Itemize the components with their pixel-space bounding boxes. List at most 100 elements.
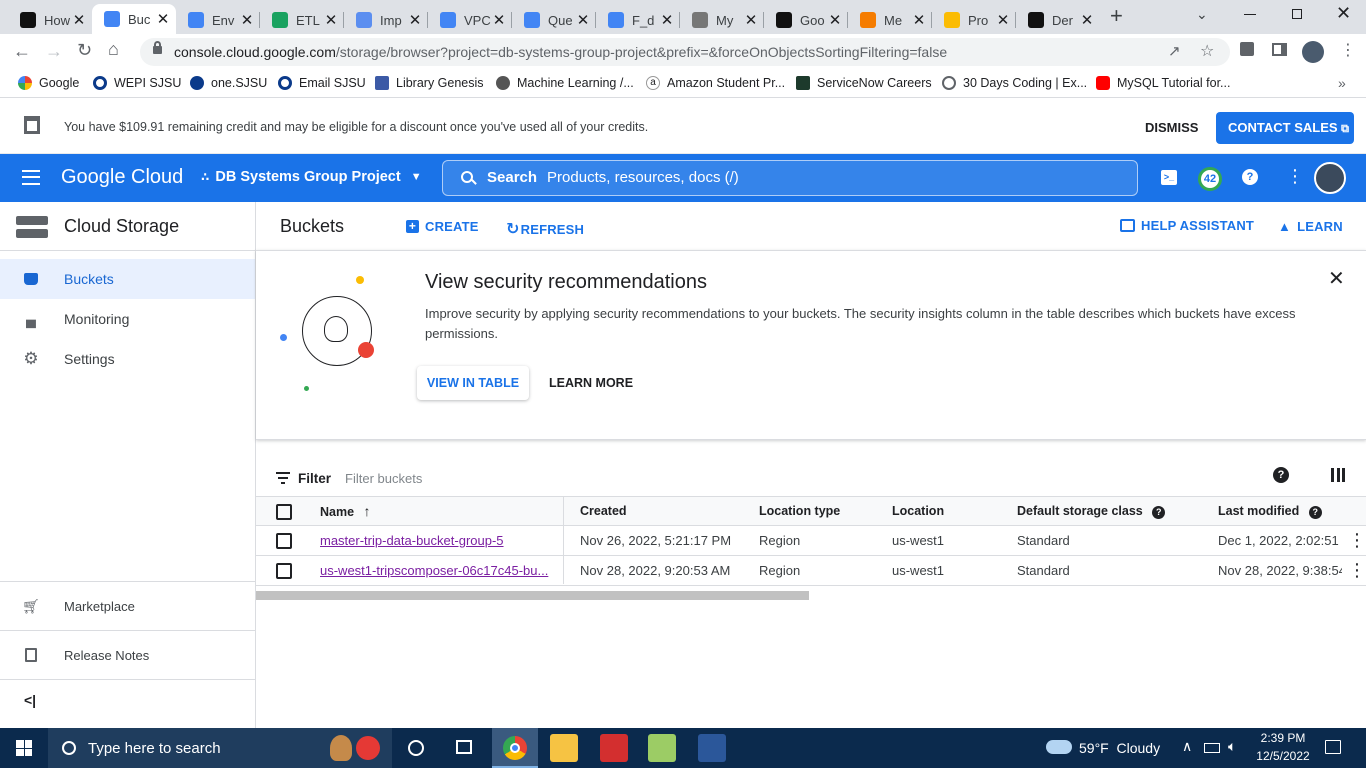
brand-logo[interactable]: Google Cloud bbox=[61, 166, 183, 189]
browser-tab[interactable]: Pro ✕ bbox=[932, 6, 1016, 34]
battery-icon[interactable] bbox=[1204, 743, 1220, 753]
column-header-storage-class[interactable]: Default storage class ? bbox=[1017, 496, 1166, 526]
tray-chevron-icon[interactable]: ∧ bbox=[1182, 738, 1192, 755]
bookmark-email[interactable]: Email SJSU bbox=[278, 76, 366, 90]
browser-tab[interactable]: Imp ✕ bbox=[344, 6, 428, 34]
tab-close-icon[interactable]: ✕ bbox=[492, 11, 506, 29]
sidebar-item-marketplace[interactable]: 🛒︎ Marketplace bbox=[0, 586, 255, 626]
taskbar-search-box[interactable]: Type here to search bbox=[48, 728, 392, 768]
clock-time[interactable]: 2:39 PM bbox=[1259, 731, 1307, 745]
row-checkbox[interactable] bbox=[276, 563, 292, 579]
bucket-link[interactable]: master-trip-data-bucket-group-5 bbox=[320, 526, 504, 555]
back-icon[interactable]: ← bbox=[13, 41, 31, 62]
forward-icon[interactable]: → bbox=[45, 41, 63, 62]
bookmark-ml[interactable]: Machine Learning /... bbox=[496, 76, 634, 90]
row-checkbox[interactable] bbox=[276, 533, 292, 549]
bucket-link[interactable]: us-west1-tripscomposer-06c17c45-bu... bbox=[320, 556, 548, 585]
filter-input[interactable]: Filter buckets bbox=[345, 471, 422, 486]
tab-close-icon[interactable]: ✕ bbox=[660, 11, 674, 29]
sidebar-item-monitoring[interactable]: ▄︎ Monitoring bbox=[0, 299, 255, 339]
spreadsheet-app-icon[interactable] bbox=[648, 734, 676, 762]
clock-date[interactable]: 12/5/2022 bbox=[1252, 749, 1314, 763]
notifications-badge[interactable]: 42 bbox=[1198, 167, 1222, 191]
action-center-icon[interactable] bbox=[1325, 740, 1341, 754]
tab-close-icon[interactable]: ✕ bbox=[1080, 11, 1094, 29]
select-all-checkbox[interactable] bbox=[276, 504, 292, 520]
bookmark-google[interactable]: Google bbox=[18, 76, 79, 90]
more-bookmarks-icon[interactable]: » bbox=[1338, 75, 1346, 91]
chrome-taskbar-icon[interactable] bbox=[492, 728, 538, 768]
cortana-icon[interactable] bbox=[408, 740, 424, 756]
bookmark-30days[interactable]: 30 Days Coding | Ex... bbox=[942, 76, 1087, 90]
side-panel-icon[interactable] bbox=[1272, 43, 1287, 56]
row-actions-icon[interactable]: ⋮ bbox=[1348, 526, 1366, 555]
browser-tab[interactable]: Env ✕ bbox=[176, 6, 260, 34]
account-avatar[interactable] bbox=[1314, 162, 1346, 194]
bookmark-servicenow[interactable]: ServiceNow Careers bbox=[796, 76, 932, 90]
refresh-button[interactable]: ↻ REFRESH bbox=[506, 219, 584, 239]
bookmark-mysql[interactable]: MySQL Tutorial for... bbox=[1096, 76, 1230, 90]
browser-tab[interactable]: F_d ✕ bbox=[596, 6, 680, 34]
minimize-icon[interactable] bbox=[1244, 14, 1256, 15]
filter-bar[interactable]: Filter Filter buckets bbox=[276, 468, 676, 488]
tab-close-icon[interactable]: ✕ bbox=[828, 11, 842, 29]
browser-tab[interactable]: Der ✕ bbox=[1016, 6, 1100, 34]
collapse-sidebar-icon[interactable]: <| bbox=[24, 692, 36, 708]
chrome-menu-icon[interactable]: ⋮ bbox=[1340, 40, 1356, 60]
profile-avatar[interactable] bbox=[1302, 41, 1324, 63]
browser-tab[interactable]: My ✕ bbox=[680, 6, 764, 34]
bookmark-amazon[interactable]: a Amazon Student Pr... bbox=[646, 76, 785, 90]
hamburger-menu-icon[interactable] bbox=[22, 170, 40, 185]
tab-close-icon[interactable]: ✕ bbox=[324, 11, 338, 29]
create-button[interactable]: + CREATE bbox=[406, 219, 479, 234]
browser-tab[interactable]: Buc ✕ bbox=[92, 4, 176, 34]
maximize-icon[interactable] bbox=[1292, 9, 1302, 19]
browser-tab[interactable]: ETL ✕ bbox=[260, 6, 344, 34]
extensions-icon[interactable] bbox=[1240, 42, 1254, 56]
cloud-shell-icon[interactable]: >_ bbox=[1161, 170, 1177, 185]
acrobat-icon[interactable] bbox=[600, 734, 628, 762]
reload-icon[interactable]: ↻ bbox=[77, 40, 92, 61]
volume-icon[interactable]: 🔈︎ bbox=[1228, 738, 1236, 755]
column-header-last-modified[interactable]: Last modified ? bbox=[1218, 496, 1322, 526]
new-tab-icon[interactable]: + bbox=[1110, 5, 1130, 28]
windows-start-icon[interactable] bbox=[16, 740, 32, 756]
search-input[interactable]: Search Products, resources, docs (/) bbox=[442, 160, 1138, 196]
tab-close-icon[interactable]: ✕ bbox=[240, 11, 254, 29]
bookmark-onesjsu[interactable]: one.SJSU bbox=[190, 76, 267, 90]
home-icon[interactable]: ⌂ bbox=[108, 39, 119, 60]
browser-tab[interactable]: Goo ✕ bbox=[764, 6, 848, 34]
help-assistant-button[interactable]: HELP ASSISTANT bbox=[1120, 218, 1254, 233]
browser-tab[interactable]: VPC ✕ bbox=[428, 6, 512, 34]
help-icon[interactable]: ? bbox=[1242, 169, 1258, 185]
dismiss-button[interactable]: DISMISS bbox=[1145, 120, 1198, 135]
word-icon[interactable] bbox=[698, 734, 726, 762]
contact-sales-button[interactable]: CONTACT SALES ⧉ bbox=[1216, 112, 1354, 144]
horizontal-scrollbar[interactable] bbox=[256, 591, 809, 600]
view-in-table-button[interactable]: VIEW IN TABLE bbox=[417, 366, 529, 400]
column-header-location-type[interactable]: Location type bbox=[759, 496, 840, 526]
tab-close-icon[interactable]: ✕ bbox=[576, 11, 590, 29]
sidebar-item-release-notes[interactable]: Release Notes bbox=[0, 635, 255, 675]
tab-close-icon[interactable]: ✕ bbox=[72, 11, 86, 29]
bookmark-star-icon[interactable]: ☆ bbox=[1200, 38, 1214, 66]
file-explorer-icon[interactable] bbox=[550, 734, 578, 762]
weather-text[interactable]: 59°F Cloudy bbox=[1079, 740, 1160, 756]
row-actions-icon[interactable]: ⋮ bbox=[1348, 556, 1366, 585]
project-selector[interactable]: ∴ DB Systems Group Project ▼ bbox=[201, 169, 422, 185]
column-header-name[interactable]: Name ↑ bbox=[320, 496, 371, 527]
table-help-icon[interactable]: ? bbox=[1273, 467, 1289, 483]
tab-close-icon[interactable]: ✕ bbox=[156, 10, 170, 28]
tab-close-icon[interactable]: ✕ bbox=[744, 11, 758, 29]
sidebar-item-buckets[interactable]: Buckets bbox=[0, 259, 255, 299]
browser-tab[interactable]: Me ✕ bbox=[848, 6, 932, 34]
column-header-location[interactable]: Location bbox=[892, 496, 944, 526]
bookmark-wepi[interactable]: WEPI SJSU bbox=[93, 76, 181, 90]
close-window-icon[interactable]: ✕ bbox=[1336, 3, 1351, 24]
learn-more-button[interactable]: LEARN MORE bbox=[549, 376, 633, 390]
tab-search-icon[interactable]: ⌄ bbox=[1196, 6, 1208, 23]
close-icon[interactable]: ✕ bbox=[1328, 266, 1345, 291]
task-view-icon[interactable] bbox=[456, 740, 472, 754]
address-bar[interactable]: console.cloud.google.com/storage/browser… bbox=[140, 38, 1230, 66]
bookmark-libgen[interactable]: Library Genesis bbox=[375, 76, 484, 90]
